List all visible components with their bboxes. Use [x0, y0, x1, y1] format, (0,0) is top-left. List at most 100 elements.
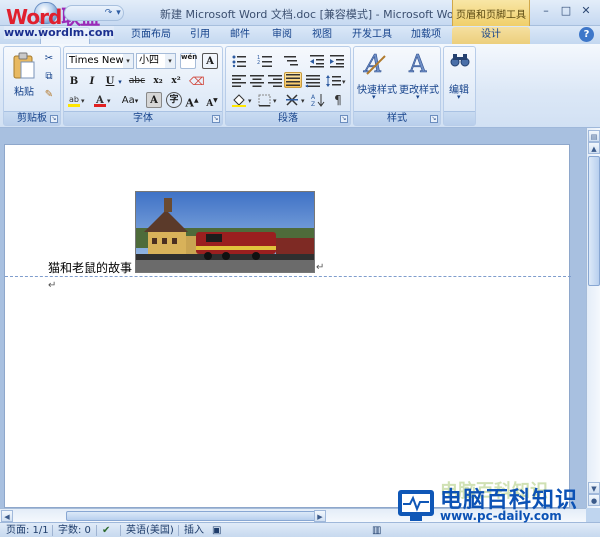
align-center-icon[interactable]	[248, 73, 264, 87]
tab-review[interactable]: 审阅	[268, 27, 296, 44]
binoculars-icon	[450, 54, 470, 67]
increase-indent-icon[interactable]	[328, 53, 344, 68]
status-bar: 页面: 1/1 字数: 0 ✔ 英语(美国) 插入 ▣ ▥	[0, 522, 600, 537]
quick-styles-label: 快速样式	[357, 85, 397, 96]
scroll-right-icon[interactable]: ▶	[314, 510, 326, 522]
multilevel-list-icon[interactable]	[282, 53, 298, 67]
monitor-logo-icon	[398, 490, 434, 516]
distributed-icon[interactable]	[304, 73, 320, 88]
show-marks-icon[interactable]: ¶	[330, 92, 346, 107]
svg-text:Z: Z	[311, 101, 315, 107]
font-size-value: 小四	[139, 55, 159, 66]
styles-launcher-icon[interactable]: ↘	[430, 115, 438, 123]
scroll-up-icon[interactable]: ▲	[588, 142, 600, 154]
font-name-combo[interactable]: Times New R ▾	[66, 53, 134, 69]
chinese-layout-icon[interactable]: ▾	[284, 92, 308, 106]
font-launcher-icon[interactable]: ↘	[212, 115, 220, 123]
tab-addins[interactable]: 加载项	[406, 27, 446, 44]
macro-record-icon[interactable]: ▣	[212, 524, 221, 537]
quick-styles-dropdown-icon[interactable]: ▾	[372, 93, 376, 101]
sort-icon[interactable]: AZ	[310, 92, 326, 108]
grow-font-button[interactable]: A▲	[184, 92, 200, 110]
quick-styles-button[interactable]: A	[356, 49, 396, 107]
borders-icon[interactable]: ▾	[256, 92, 280, 107]
enclose-char-icon[interactable]: 字	[166, 92, 182, 108]
document-workspace: 猫和老鼠的故事 ↵ ↵	[0, 128, 586, 508]
clipboard-launcher-icon[interactable]: ↘	[50, 115, 58, 123]
subscript-button[interactable]: x₂	[150, 73, 166, 89]
logo-url: www.wordlm.com	[4, 26, 114, 39]
scroll-left-icon[interactable]: ◀	[1, 510, 13, 522]
italic-button[interactable]: I	[84, 73, 100, 89]
change-styles-button[interactable]: A	[400, 49, 440, 107]
svg-text:ab: ab	[69, 95, 79, 104]
justify-icon[interactable]	[284, 72, 302, 88]
proofing-icon[interactable]: ✔	[102, 524, 110, 537]
tab-design[interactable]: 设计	[452, 27, 530, 44]
bullets-glyph	[232, 55, 246, 68]
close-button[interactable]: ✕	[576, 3, 596, 19]
font-size-combo[interactable]: 小四 ▾	[136, 53, 176, 69]
cut-icon[interactable]: ✂	[42, 51, 56, 65]
decrease-indent-icon[interactable]	[308, 53, 324, 68]
phonetic-guide-button[interactable]: wén	[180, 53, 197, 69]
tab-view[interactable]: 视图	[308, 27, 336, 44]
format-painter-icon[interactable]: ✎	[42, 87, 56, 101]
status-divider	[178, 525, 179, 536]
underline-dropdown-icon[interactable]: ▾	[116, 73, 124, 89]
styles-group: A 快速样式 ▾ A 更改样式 ▾ 样式 ↘	[353, 46, 441, 126]
clear-formatting-icon[interactable]: ⌫	[188, 73, 205, 89]
header-text[interactable]: 猫和老鼠的故事	[48, 259, 132, 276]
view-print-layout-icon[interactable]: ▥	[372, 524, 381, 537]
tab-mailings[interactable]: 邮件	[226, 27, 254, 44]
svg-text:2: 2	[257, 60, 260, 66]
vertical-scrollbar[interactable]: ▤ ▲ ▼ ●	[586, 128, 600, 508]
justify-glyph	[286, 74, 300, 86]
quick-styles-icon: A	[363, 50, 386, 78]
shading-icon[interactable]: ▾	[230, 92, 254, 107]
paste-button[interactable]: 粘贴	[8, 49, 40, 99]
status-language[interactable]: 英语(美国)	[126, 524, 174, 537]
copy-icon[interactable]: ⧉	[42, 69, 56, 83]
change-styles-dropdown-icon[interactable]: ▾	[416, 93, 420, 101]
change-case-button[interactable]: Aa▾	[118, 92, 142, 108]
numbering-icon[interactable]: 12	[256, 53, 272, 67]
highlight-color-button[interactable]: ab ▾	[66, 92, 88, 108]
char-shading-button[interactable]: A	[146, 92, 162, 108]
align-right-icon[interactable]	[266, 73, 282, 87]
char-border-button[interactable]: A	[202, 53, 218, 69]
help-icon[interactable]: ?	[579, 27, 594, 42]
qat-customize-icon[interactable]: ▾	[113, 8, 124, 19]
tab-developer[interactable]: 开发工具	[348, 27, 396, 44]
document-page[interactable]: 猫和老鼠的故事 ↵ ↵	[4, 144, 571, 508]
font-name-dropdown-icon[interactable]: ▾	[123, 54, 133, 68]
status-word-count[interactable]: 字数: 0	[58, 524, 91, 537]
editing-dropdown-icon[interactable]: ▾	[457, 93, 461, 101]
window-title: 新建 Microsoft Word 文档.doc [兼容模式] - Micros…	[160, 8, 465, 21]
editing-group-label	[444, 111, 475, 125]
tab-page-layout[interactable]: 页面布局	[126, 27, 176, 44]
ribbon-tabs: www.wordlm.com 页面布局 引用 邮件 审阅 视图 开发工具 加载项…	[0, 26, 600, 44]
ruler-toggle-icon[interactable]: ▤	[588, 130, 600, 142]
strikethrough-button[interactable]: abc	[126, 73, 148, 89]
status-insert-mode[interactable]: 插入	[184, 524, 204, 537]
highlight-icon: ab ▾	[68, 95, 85, 107]
font-color-button[interactable]: A ▾	[92, 92, 114, 108]
shrink-font-button[interactable]: A▼	[204, 92, 220, 109]
maximize-button[interactable]: □	[556, 3, 576, 19]
paste-label: 粘贴	[14, 87, 34, 98]
status-page[interactable]: 页面: 1/1	[6, 524, 49, 537]
font-size-dropdown-icon[interactable]: ▾	[165, 54, 175, 68]
bullets-icon[interactable]	[230, 53, 246, 68]
train-photo-image	[136, 192, 314, 272]
paragraph-launcher-icon[interactable]: ↘	[340, 115, 348, 123]
vertical-scroll-thumb[interactable]	[588, 156, 600, 286]
train-station-photo[interactable]	[135, 191, 315, 273]
bold-button[interactable]: B	[66, 73, 82, 89]
tab-references[interactable]: 引用	[186, 27, 214, 44]
align-left-icon[interactable]	[230, 73, 246, 87]
horizontal-scroll-thumb[interactable]	[66, 511, 326, 521]
line-spacing-icon[interactable]: ▾	[324, 73, 346, 87]
minimize-button[interactable]: –	[536, 3, 556, 19]
superscript-button[interactable]: x²	[168, 73, 184, 89]
